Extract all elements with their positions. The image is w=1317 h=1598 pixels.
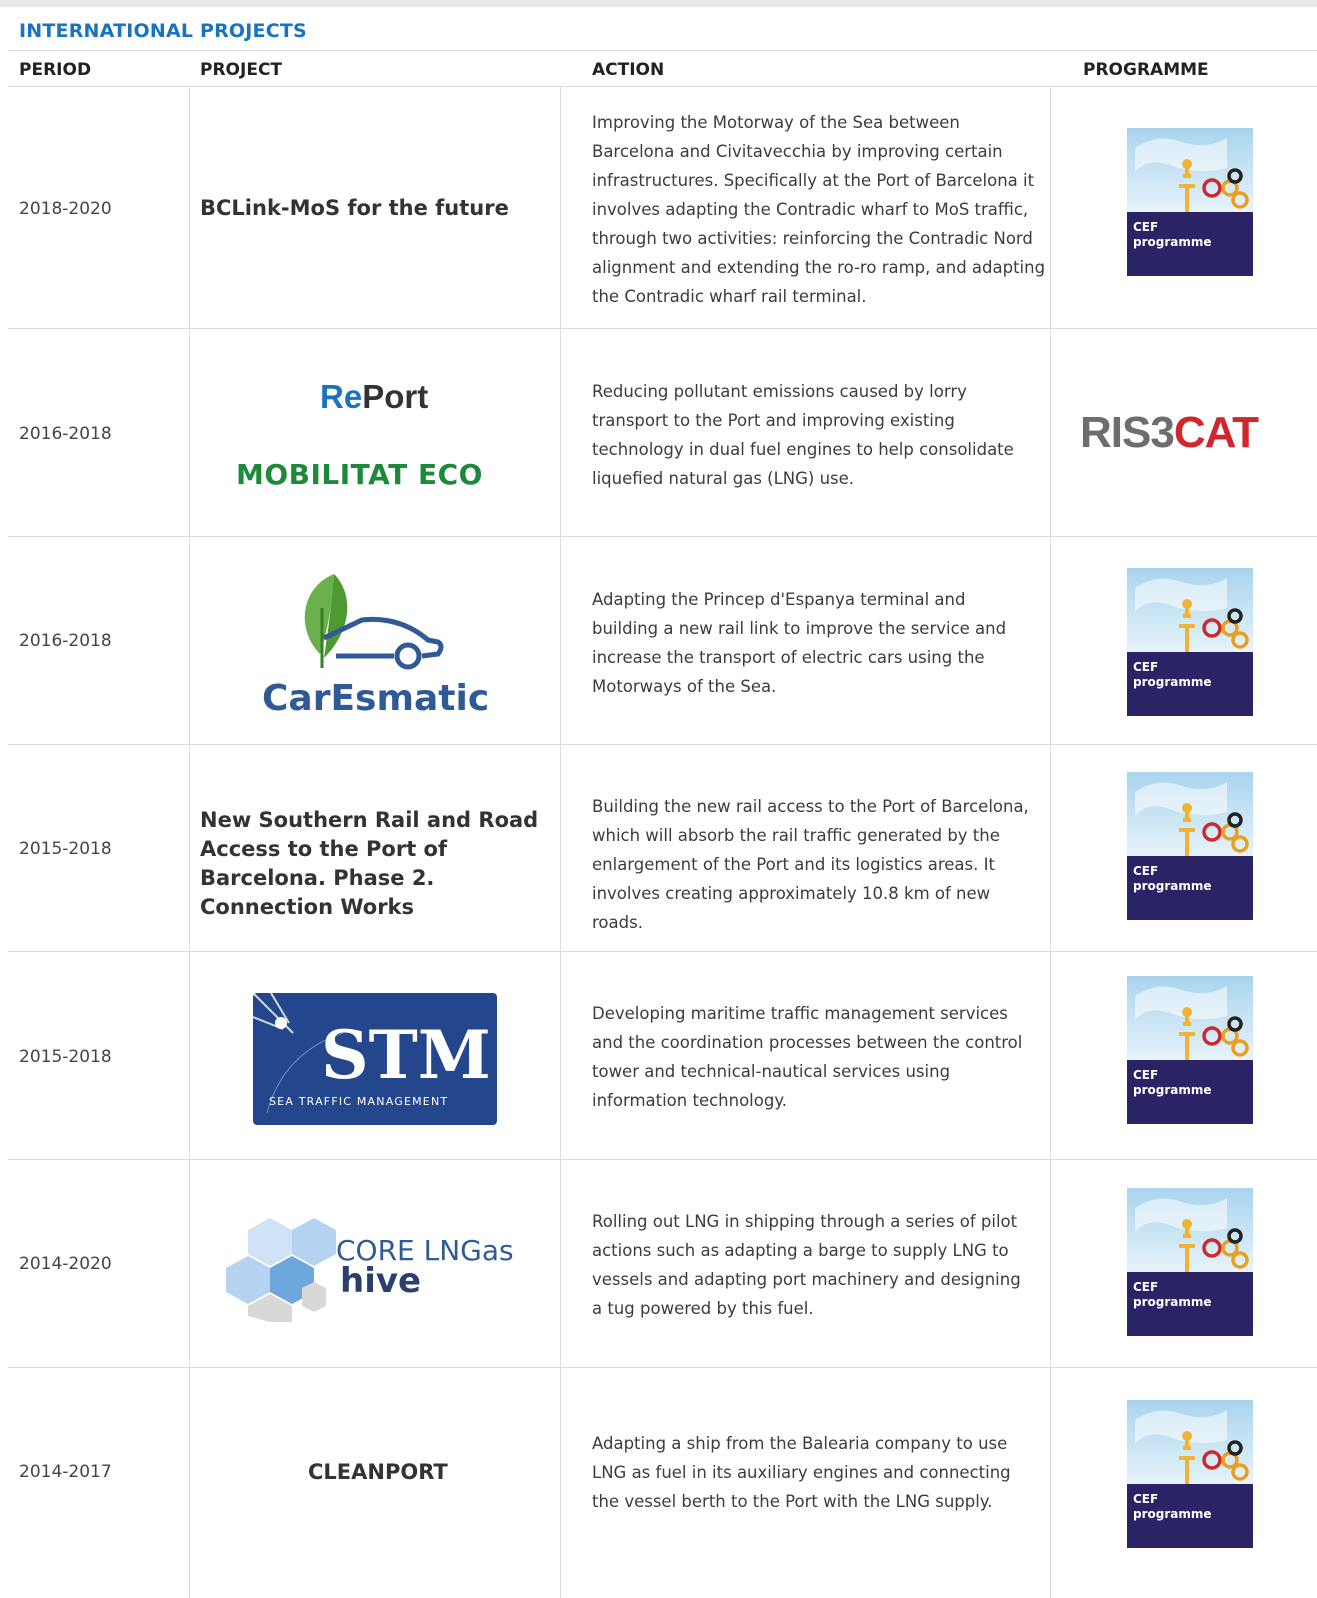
divider [189, 86, 190, 1598]
action-text: Rolling out LNG in shipping through a se… [592, 1212, 1021, 1318]
stm-logo-name: STM [321, 1016, 491, 1094]
divider [8, 328, 1317, 329]
action-text: Adapting a ship from the Balearia compan… [592, 1434, 1011, 1511]
divider [8, 50, 1317, 51]
divider [8, 951, 1317, 952]
divider [8, 536, 1317, 537]
action-text: Developing maritime traffic management s… [592, 1004, 1023, 1110]
action-text: Improving the Motorway of the Sea betwee… [592, 113, 1046, 306]
action-text: Reducing pollutant emissions caused by l… [592, 382, 1014, 488]
period-cell: 2014-2017 [19, 1462, 112, 1482]
divider [560, 86, 561, 1598]
ris3cat-logo-a: RIS3 [1080, 408, 1175, 457]
cef-programme-logo: CEF programme [1127, 1400, 1253, 1548]
svg-text:CEF: CEF [1133, 220, 1158, 234]
cef-programme-logo: CEF programme [1127, 568, 1253, 716]
report-logo: RePort [320, 378, 428, 416]
stm-logo-sub: SEA TRAFFIC MANAGEMENT [269, 1095, 448, 1108]
column-header-period: PERIOD [19, 60, 92, 80]
svg-text:CEF: CEF [1133, 1280, 1158, 1294]
stm-logo: STM SEA TRAFFIC MANAGEMENT [253, 993, 497, 1125]
action-text: Adapting the Princep d'Espanya terminal … [592, 590, 1007, 696]
core-lngas-hive-logo: CORE LNGas hive [226, 1218, 514, 1322]
column-header-action: ACTION [592, 60, 665, 80]
svg-text:programme: programme [1133, 1083, 1212, 1097]
cef-programme-logo: CEF programme [1127, 1188, 1253, 1336]
report-logo-re: Re [320, 378, 363, 415]
top-bar [0, 0, 1317, 7]
project-name: BCLink-MoS for the future [200, 196, 509, 220]
ris3cat-logo-b: CAT [1173, 408, 1259, 457]
svg-text:programme: programme [1133, 879, 1212, 893]
column-header-project: PROJECT [200, 60, 283, 80]
report-logo-port: Port [362, 378, 429, 415]
svg-text:CEF: CEF [1133, 864, 1158, 878]
svg-text:programme: programme [1133, 235, 1212, 249]
caresmatic-logo-text: CarEsmatic [262, 678, 489, 718]
divider [8, 86, 1317, 87]
ris3cat-logo: RIS3CAT [1080, 408, 1259, 458]
svg-text:programme: programme [1133, 1507, 1212, 1521]
mobilitat-eco-logo: MOBILITAT ECO [236, 458, 483, 491]
column-header-programme: PROGRAMME [1083, 60, 1209, 80]
period-cell: 2015-2018 [19, 1047, 112, 1067]
svg-text:programme: programme [1133, 675, 1212, 689]
divider [8, 1159, 1317, 1160]
divider [8, 1367, 1317, 1368]
divider [8, 744, 1317, 745]
svg-text:programme: programme [1133, 1295, 1212, 1309]
cef-programme-logo: CEF programme [1127, 772, 1253, 920]
caresmatic-logo: CarEsmatic [262, 574, 489, 718]
period-cell: 2016-2018 [19, 424, 112, 444]
period-cell: 2016-2018 [19, 631, 112, 651]
period-cell: 2018-2020 [19, 199, 112, 219]
svg-text:CEF: CEF [1133, 1492, 1158, 1506]
project-name: CLEANPORT [308, 1460, 448, 1484]
divider [1050, 86, 1051, 1598]
cef-programme-logo: CEF programme [1127, 976, 1253, 1124]
page-title: INTERNATIONAL PROJECTS [19, 20, 307, 42]
project-name: New Southern Rail and Road Access to the… [200, 808, 539, 919]
svg-text:CEF: CEF [1133, 1068, 1158, 1082]
period-cell: 2015-2018 [19, 839, 112, 859]
hive-text: hive [340, 1261, 421, 1301]
svg-text:CEF: CEF [1133, 660, 1158, 674]
action-text: Building the new rail access to the Port… [592, 797, 1029, 932]
period-cell: 2014-2020 [19, 1254, 112, 1274]
cef-programme-logo: CEF programme [1127, 128, 1253, 276]
